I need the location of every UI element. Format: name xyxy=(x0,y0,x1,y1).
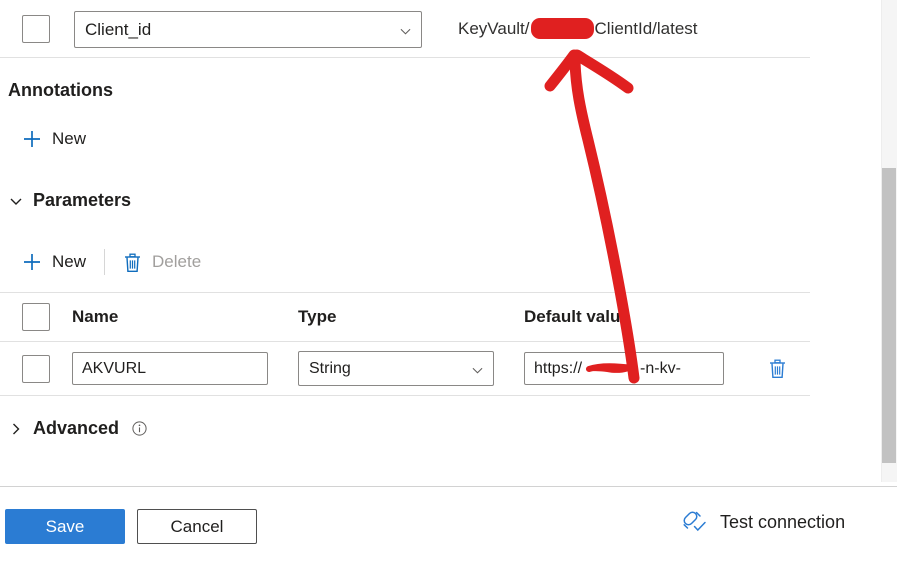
annotation-arrow xyxy=(544,49,640,384)
chevron-right-icon xyxy=(8,421,24,437)
delete-row-button[interactable] xyxy=(768,358,787,379)
vertical-scrollbar-track[interactable] xyxy=(881,0,897,482)
annotations-new-button[interactable]: New xyxy=(12,122,96,156)
chevron-down-icon xyxy=(400,26,411,37)
parameters-delete-button[interactable]: Delete xyxy=(113,245,211,279)
select-all-checkbox[interactable] xyxy=(22,303,50,331)
column-header-type: Type xyxy=(298,307,337,326)
select-all-cell xyxy=(0,303,72,331)
advanced-section-heading: Advanced xyxy=(33,418,120,438)
credential-row: Client_id KeyVault/ClientId/latest xyxy=(0,0,897,58)
parameter-default-value-input[interactable]: https:// -n-kv- xyxy=(524,352,724,385)
parameter-default-value-prefix: https:// xyxy=(534,359,583,377)
annotations-toolbar: New xyxy=(12,122,96,156)
redaction-scribble xyxy=(583,360,639,377)
advanced-section-header[interactable]: Advanced xyxy=(8,418,147,439)
parameter-default-value-cell: https:// -n-kv- xyxy=(524,352,764,385)
parameter-type-value: String xyxy=(309,359,351,377)
parameter-name-cell: AKVURL xyxy=(72,352,298,385)
chevron-down-icon xyxy=(8,193,24,209)
credential-secret-name-value: Client_id xyxy=(85,19,152,39)
parameters-section-header[interactable]: Parameters xyxy=(8,190,131,211)
parameter-type-dropdown[interactable]: String xyxy=(298,351,494,386)
parameters-table: Name Type Default value AKVURL String ht… xyxy=(0,292,810,396)
parameters-new-button[interactable]: New xyxy=(12,245,96,279)
vertical-scrollbar-thumb[interactable] xyxy=(882,168,896,463)
parameter-row-actions xyxy=(764,358,810,379)
trash-icon xyxy=(123,252,142,273)
parameters-section-heading: Parameters xyxy=(33,190,132,210)
row-select-checkbox[interactable] xyxy=(22,354,50,383)
plus-icon xyxy=(22,252,42,272)
parameter-type-cell: String xyxy=(298,351,524,386)
toolbar-separator xyxy=(104,249,106,275)
cancel-button[interactable]: Cancel xyxy=(137,509,257,544)
keyvault-path-suffix: ClientId/latest xyxy=(594,19,698,38)
parameter-name-value: AKVURL xyxy=(82,359,147,377)
test-connection-button[interactable]: Test connection xyxy=(682,510,845,534)
redaction-block xyxy=(530,18,594,40)
linked-service-edit-panel: Client_id KeyVault/ClientId/latest Annot… xyxy=(0,0,897,565)
parameters-delete-label: Delete xyxy=(152,252,202,271)
chevron-down-icon xyxy=(472,365,483,376)
test-connection-label: Test connection xyxy=(720,511,846,532)
info-icon[interactable] xyxy=(132,421,147,436)
credential-row-checkbox[interactable] xyxy=(22,15,50,43)
keyvault-path-prefix: KeyVault/ xyxy=(458,19,530,38)
parameter-name-input[interactable]: AKVURL xyxy=(72,352,268,385)
row-divider xyxy=(0,57,810,58)
row-select-cell xyxy=(0,354,72,383)
column-header-name: Name xyxy=(72,307,119,326)
parameters-toolbar: New Delete xyxy=(12,245,211,279)
parameter-default-value-suffix: -n-kv- xyxy=(640,359,681,377)
plug-check-icon xyxy=(682,510,708,534)
annotations-section-heading: Annotations xyxy=(8,80,113,100)
parameters-new-label: New xyxy=(52,252,87,271)
keyvault-secret-path: KeyVault/ClientId/latest xyxy=(458,18,698,40)
footer-divider xyxy=(0,486,897,487)
parameters-table-header: Name Type Default value xyxy=(0,292,810,342)
plus-icon xyxy=(22,129,42,149)
save-button[interactable]: Save xyxy=(5,509,125,544)
table-row: AKVURL String https:// -n-kv- xyxy=(0,342,810,396)
column-header-default-value: Default value xyxy=(524,307,630,326)
credential-secret-name-dropdown[interactable]: Client_id xyxy=(74,11,422,48)
annotations-new-label: New xyxy=(52,129,87,148)
